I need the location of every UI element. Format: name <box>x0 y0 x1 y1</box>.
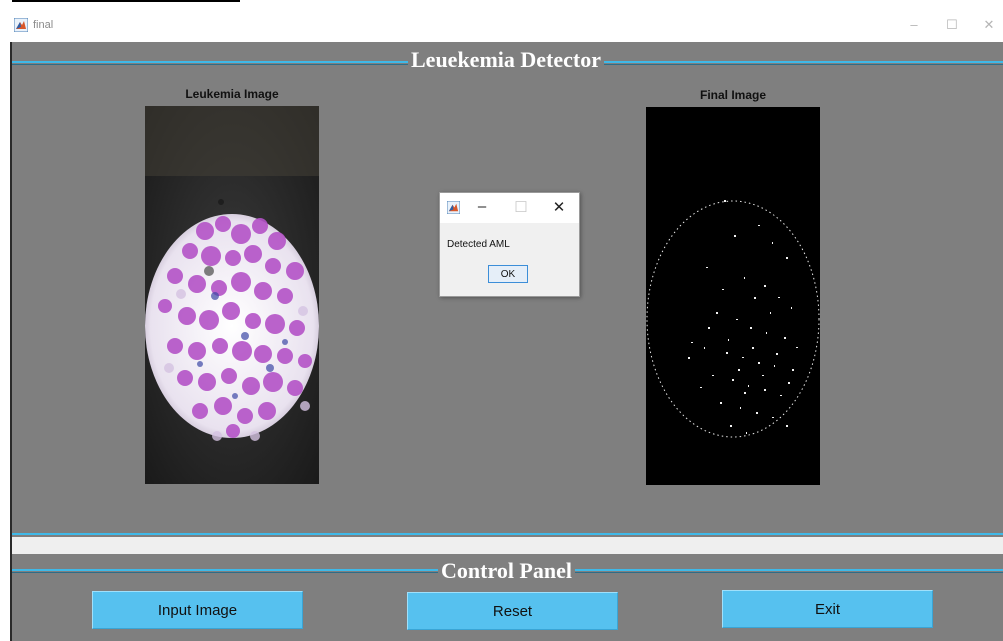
app-window: final – ☐ ✕ Leuekemia Detector Leukemia … <box>0 0 1003 641</box>
dialog-close-button[interactable]: ✕ <box>551 198 567 216</box>
final-image <box>646 107 820 485</box>
right-axes-title: Final Image <box>699 88 767 102</box>
dialog-maximize-button[interactable]: ☐ <box>513 198 529 216</box>
minimize-button[interactable]: – <box>904 17 924 32</box>
panel-separator <box>12 537 1003 554</box>
input-image-button[interactable]: Input Image <box>92 591 303 629</box>
dialog-minimize-button[interactable]: – <box>474 198 490 215</box>
close-button[interactable]: ✕ <box>979 17 999 33</box>
main-panel-bottom-border <box>12 533 1003 535</box>
matlab-icon <box>447 201 460 214</box>
exit-button[interactable]: Exit <box>722 590 933 628</box>
dialog-titlebar[interactable]: – ☐ ✕ <box>440 193 579 223</box>
leukemia-image <box>145 106 319 484</box>
message-dialog: – ☐ ✕ Detected AML OK <box>439 192 580 297</box>
ok-button[interactable]: OK <box>488 265 528 283</box>
control-panel-title: Control Panel <box>438 558 575 584</box>
matlab-icon <box>14 18 28 32</box>
left-axes-title: Leukemia Image <box>185 87 279 101</box>
window-edge <box>12 0 240 2</box>
window-titlebar[interactable]: final – ☐ ✕ <box>0 12 1003 42</box>
figure-client-area: Leuekemia Detector Leukemia Image Final … <box>10 42 1003 641</box>
window-title: final <box>33 19 54 31</box>
main-panel-title: Leuekemia Detector <box>408 47 604 73</box>
reset-button[interactable]: Reset <box>407 592 618 630</box>
dialog-message: Detected AML <box>447 239 510 250</box>
maximize-button[interactable]: ☐ <box>942 17 962 33</box>
